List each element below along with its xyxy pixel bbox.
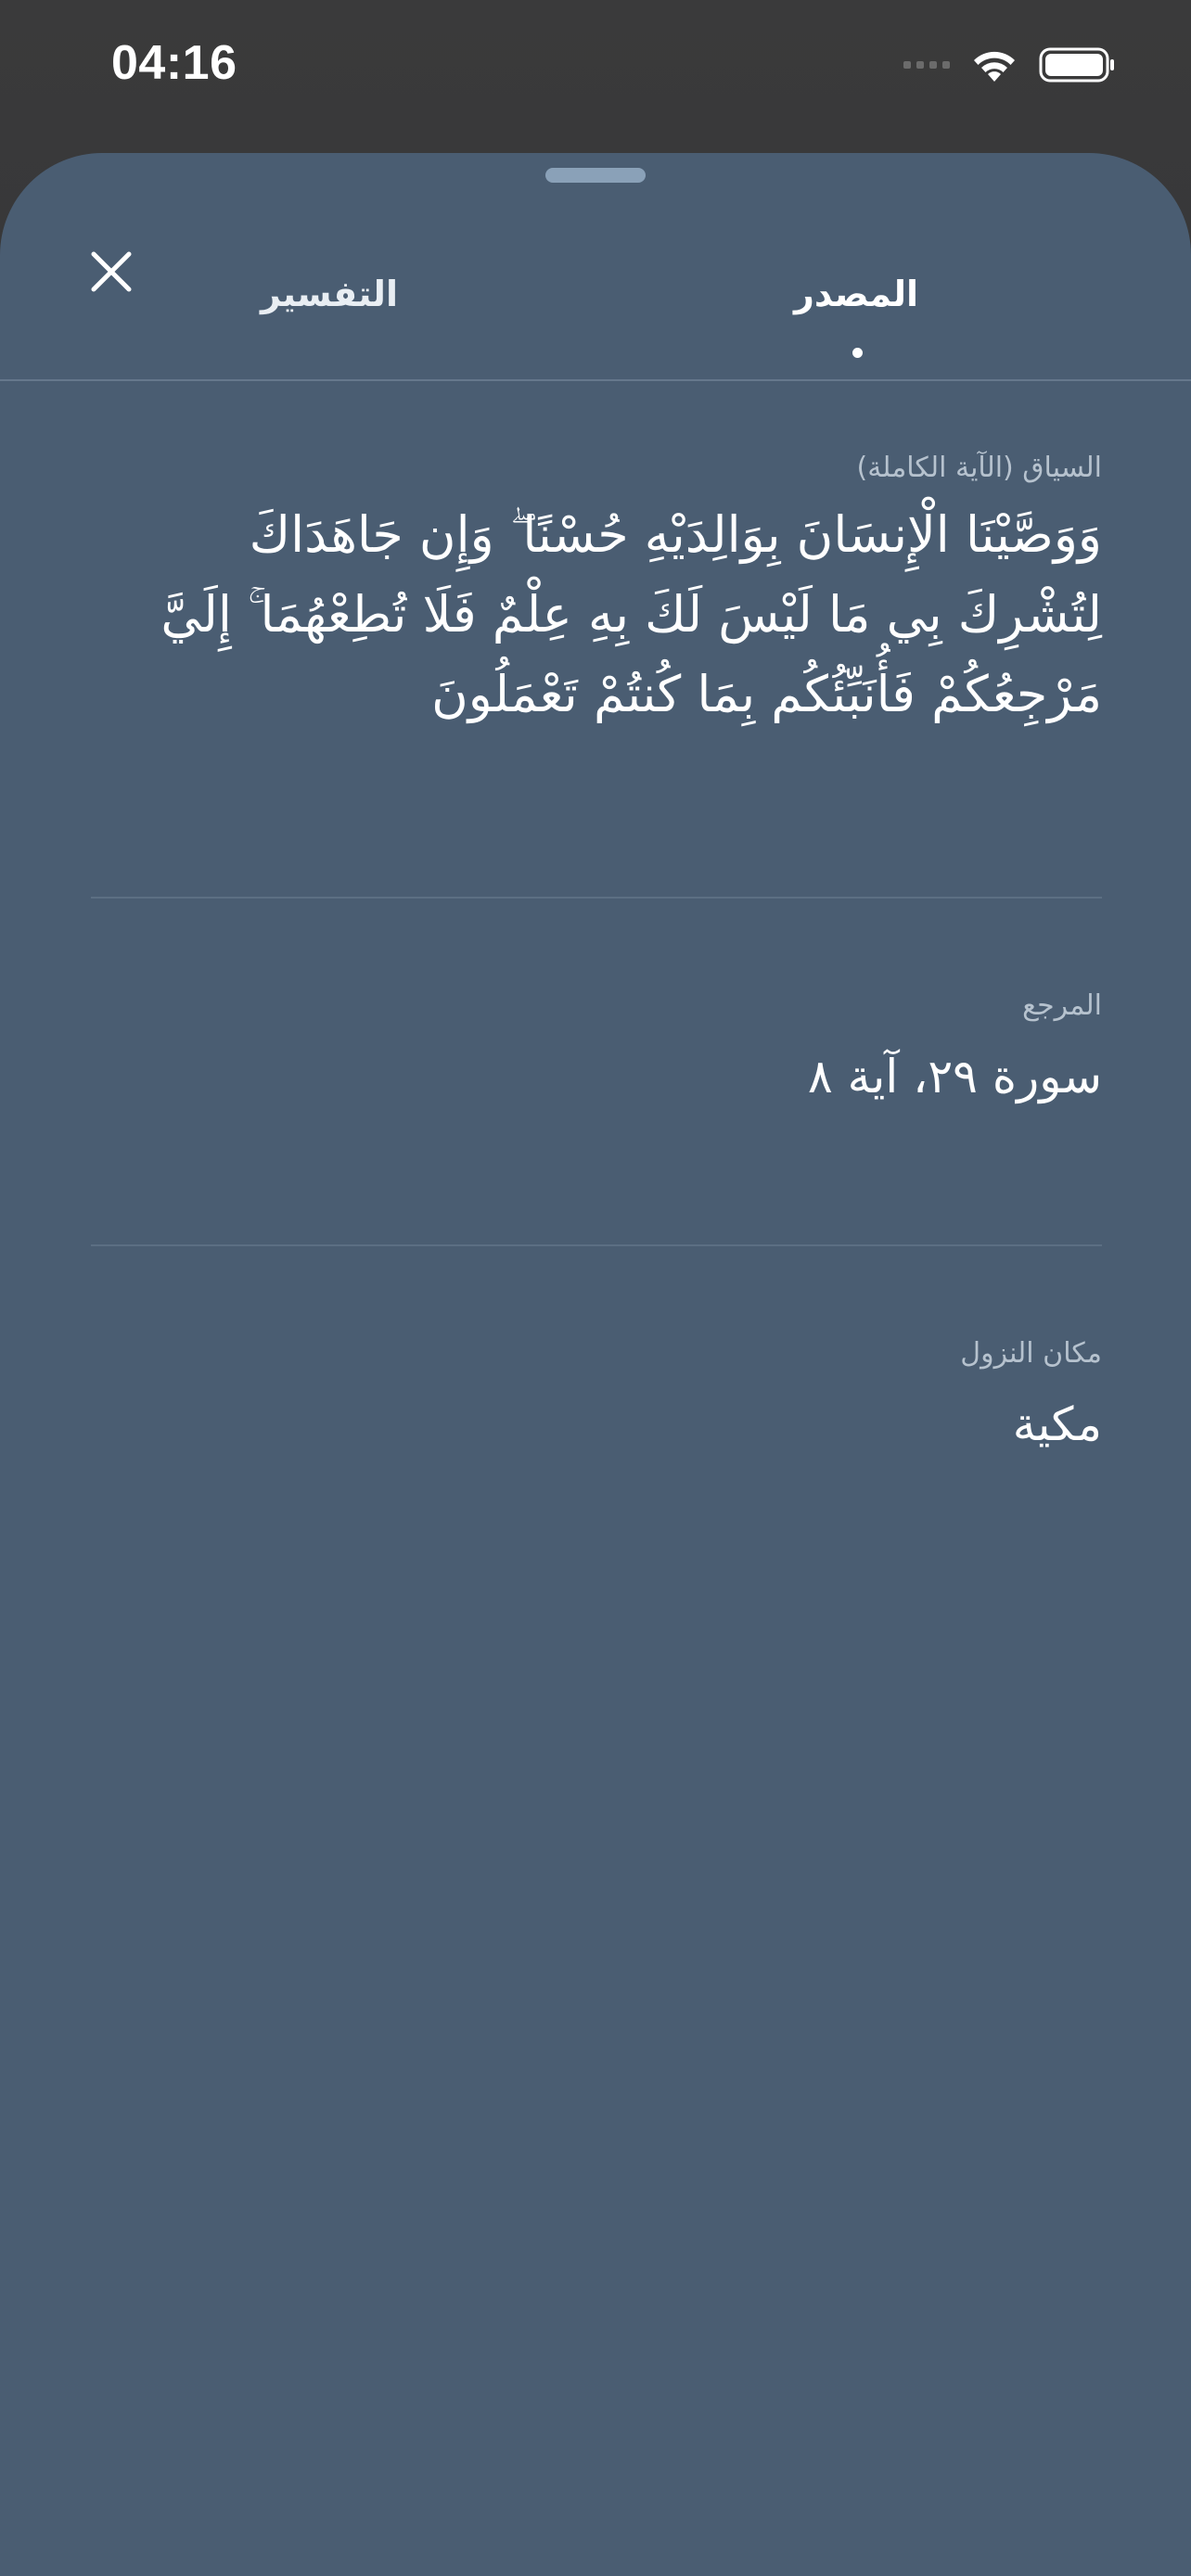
selected-tab-indicator bbox=[852, 348, 863, 358]
status-bar: 04:16 bbox=[0, 0, 1191, 139]
tabs-divider bbox=[0, 379, 1191, 381]
tab-source[interactable]: المصدر bbox=[794, 274, 918, 314]
context-label: السياق (الآية الكاملة) bbox=[856, 452, 1102, 484]
context-section: السياق (الآية الكاملة) وَوَصَّيْنَا الْإ… bbox=[91, 452, 1102, 734]
sheet-grabber[interactable] bbox=[545, 168, 646, 183]
section-divider bbox=[91, 1244, 1102, 1246]
status-icons bbox=[903, 46, 1117, 83]
cellular-signal-icon bbox=[903, 61, 950, 69]
source-sheet: المصدر التفسير السياق (الآية الكاملة) وَ… bbox=[0, 153, 1191, 2576]
tab-tafsir[interactable]: التفسير bbox=[250, 274, 408, 314]
tab-bar: المصدر التفسير bbox=[0, 274, 1191, 376]
battery-icon bbox=[1039, 47, 1114, 83]
revelation-value: مكية bbox=[1012, 1397, 1102, 1451]
revelation-section: مكان النزول مكية bbox=[91, 1337, 1102, 1451]
wifi-icon bbox=[974, 51, 1015, 82]
section-divider bbox=[91, 897, 1102, 899]
status-time: 04:16 bbox=[111, 36, 237, 90]
verse-text: وَوَصَّيْنَا الْإِنسَانَ بِوَالِدَيْهِ ح… bbox=[160, 505, 1102, 723]
reference-value: سورة ٢٩، آية ٨ bbox=[807, 1050, 1102, 1103]
reference-label: المرجع bbox=[1022, 989, 1102, 1022]
revelation-label: مكان النزول bbox=[960, 1337, 1102, 1370]
screen: 04:16 المصدر التفسير السياق (الآية الكام… bbox=[0, 0, 1191, 2576]
reference-section: المرجع سورة ٢٩، آية ٨ bbox=[91, 989, 1102, 1103]
